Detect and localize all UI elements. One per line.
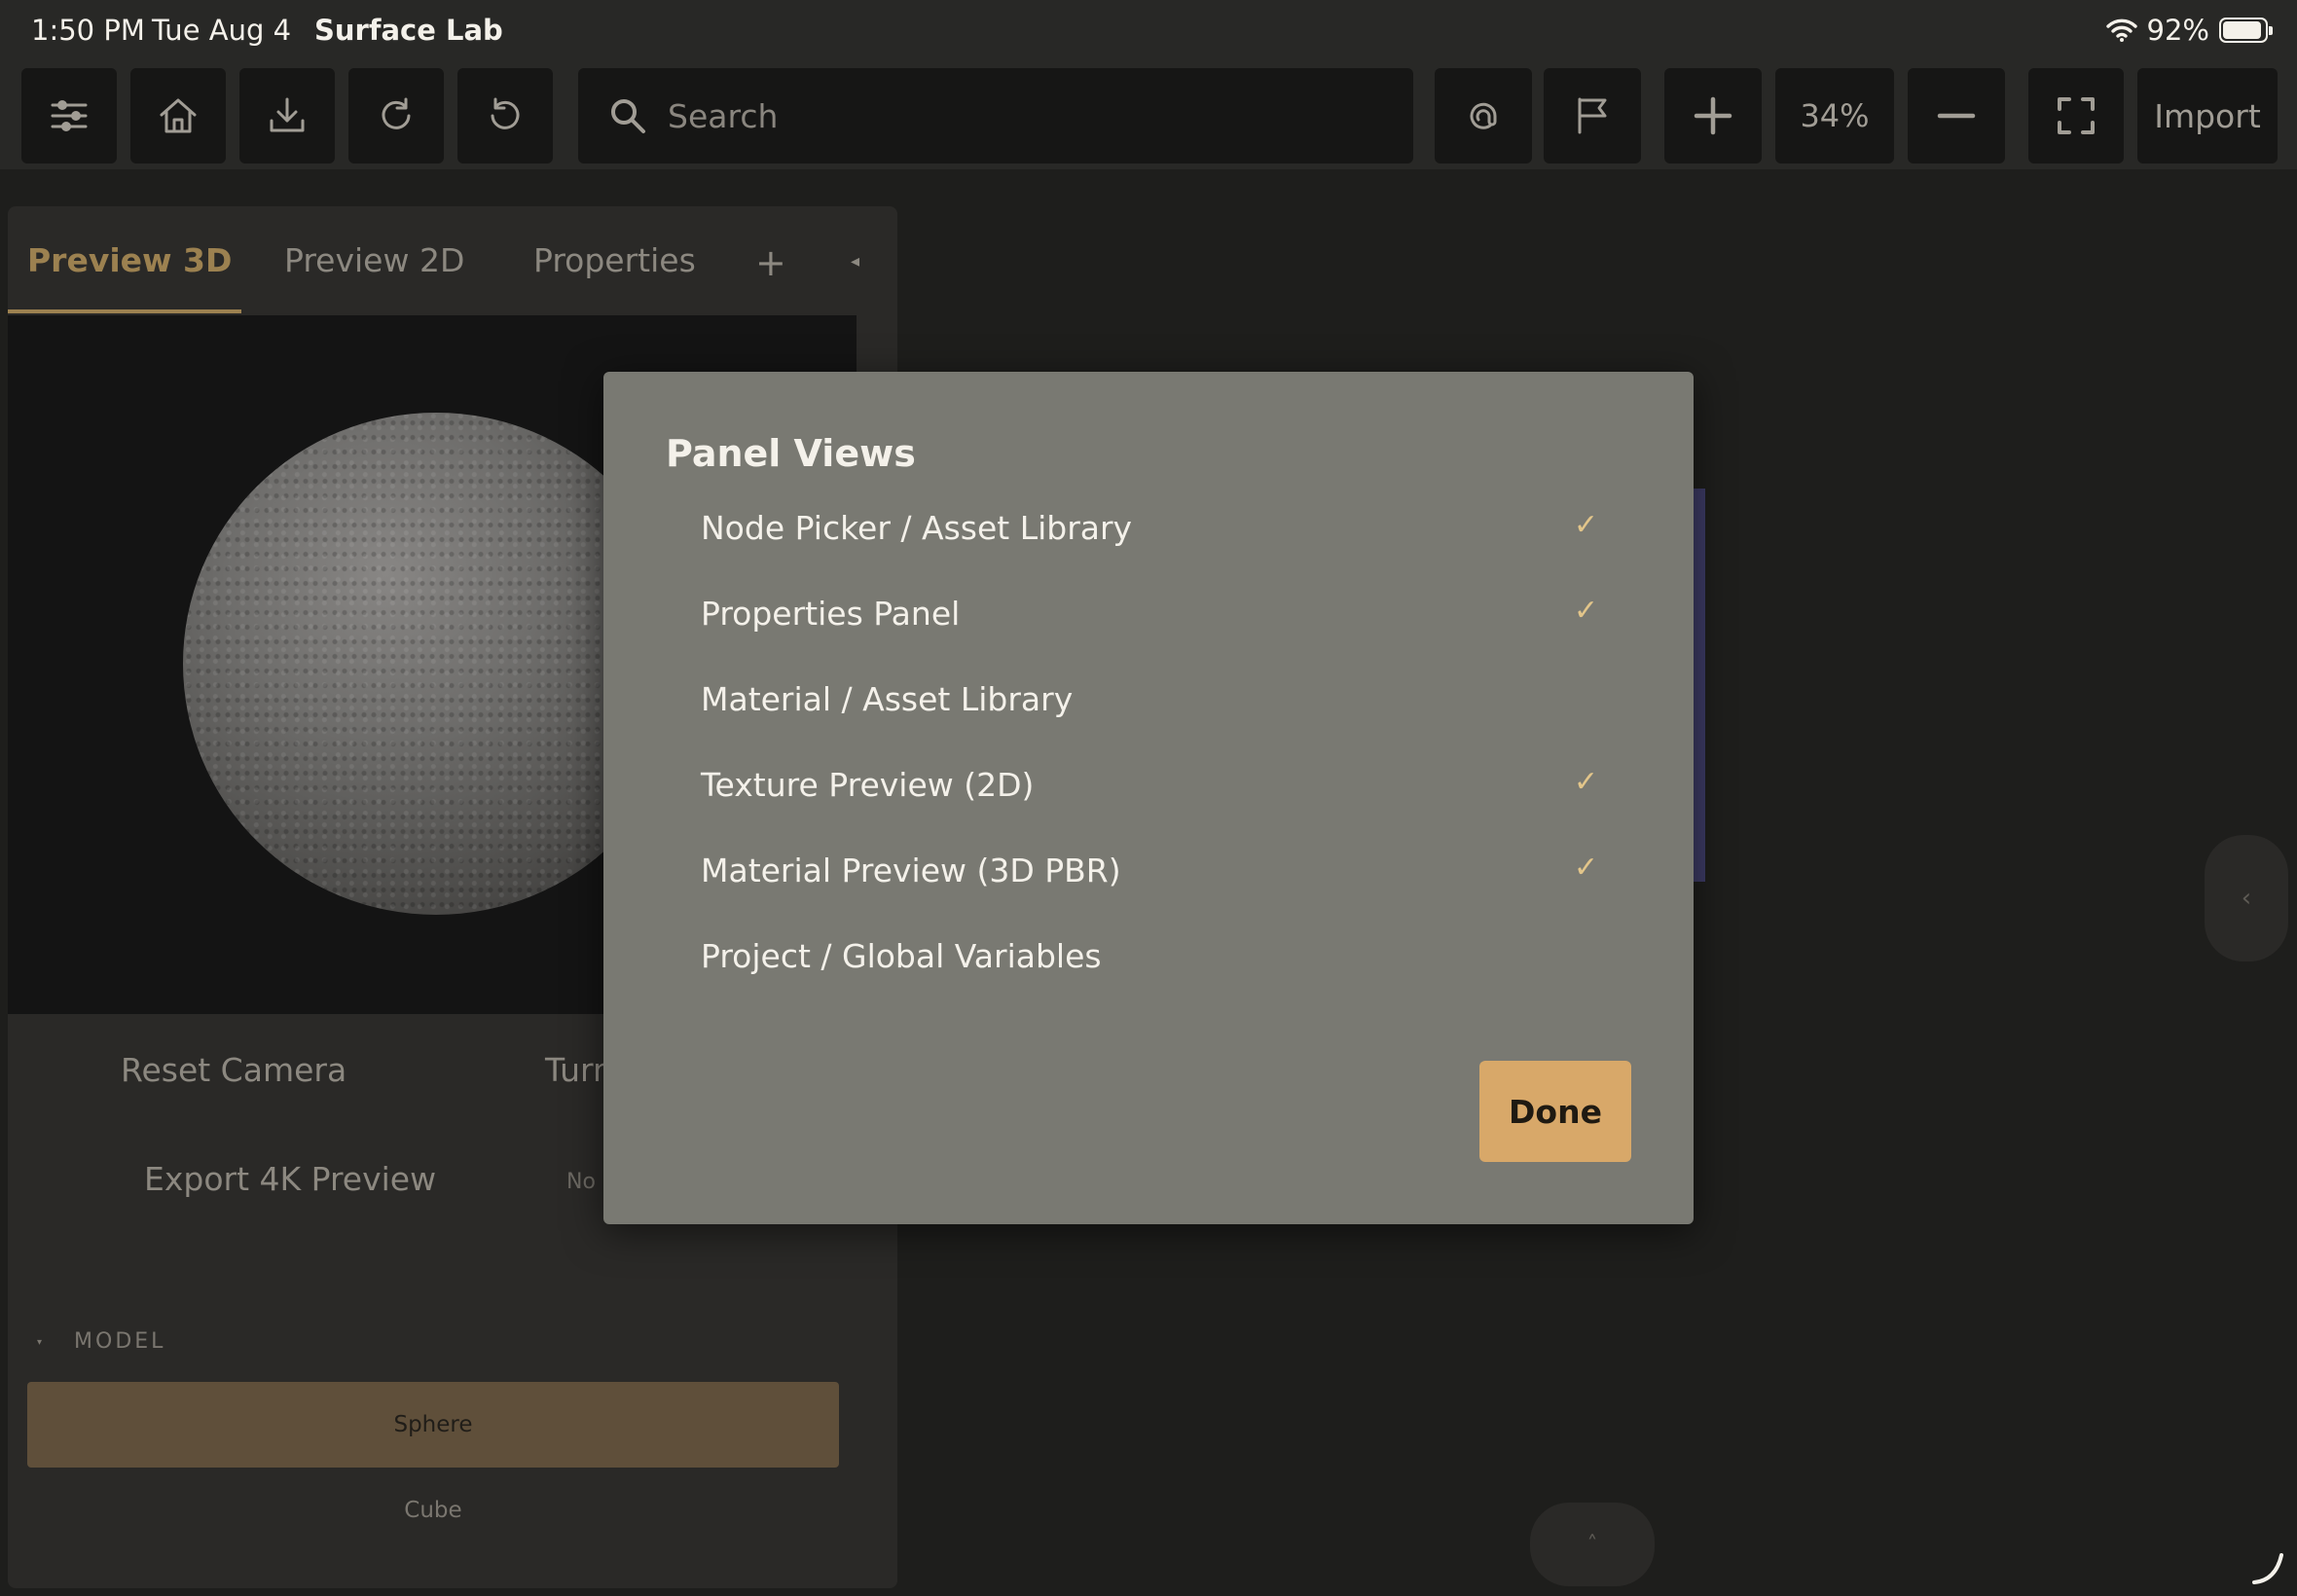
done-button[interactable]: Done bbox=[1479, 1061, 1631, 1162]
panel-view-texture-preview[interactable]: Texture Preview (2D) ✓ bbox=[666, 742, 1631, 827]
import-button[interactable]: Import bbox=[2137, 68, 2278, 163]
zoom-level-text: 34% bbox=[1800, 97, 1870, 134]
panel-tabs: Preview 3D Preview 2D Properties + ◂ bbox=[8, 206, 897, 315]
panel-view-node-picker[interactable]: Node Picker / Asset Library ✓ bbox=[666, 485, 1631, 570]
panel-view-label: Project / Global Variables bbox=[701, 936, 1102, 975]
add-tab-button[interactable]: + bbox=[755, 241, 786, 284]
bottom-panel-handle[interactable]: ˄ bbox=[1530, 1503, 1655, 1586]
zoom-in-button[interactable] bbox=[1664, 68, 1762, 163]
export-status: No bbox=[566, 1170, 596, 1194]
panel-views-dialog: Panel Views Node Picker / Asset Library … bbox=[603, 372, 1694, 1224]
plus-icon bbox=[1694, 96, 1732, 135]
model-option-cube[interactable]: Cube bbox=[27, 1471, 839, 1549]
battery-icon bbox=[2219, 18, 2273, 43]
chevron-up-icon: ˄ bbox=[1586, 1532, 1598, 1557]
panel-view-label: Material Preview (3D PBR) bbox=[701, 851, 1121, 889]
dialog-title: Panel Views bbox=[666, 432, 916, 475]
panel-view-label: Properties Panel bbox=[701, 594, 961, 633]
home-button[interactable] bbox=[130, 68, 226, 163]
panel-view-material-preview[interactable]: Material Preview (3D PBR) ✓ bbox=[666, 827, 1631, 913]
toolbar: 34% Import bbox=[0, 62, 2297, 169]
sliders-icon bbox=[51, 100, 88, 131]
status-bar: 1:50 PM Tue Aug 4 Surface Lab 92% bbox=[0, 0, 2297, 62]
download-button[interactable] bbox=[239, 68, 335, 163]
checkmark-icon: ✓ bbox=[1573, 765, 1598, 799]
undo-icon bbox=[491, 97, 520, 129]
status-date: Tue Aug 4 bbox=[152, 14, 292, 47]
fullscreen-icon bbox=[2058, 97, 2095, 134]
download-icon bbox=[270, 97, 305, 132]
node-graph-fragment bbox=[1694, 489, 1705, 882]
fullscreen-button[interactable] bbox=[2028, 68, 2124, 163]
panel-view-material-library[interactable]: Material / Asset Library bbox=[666, 656, 1631, 742]
model-option-label: Sphere bbox=[393, 1412, 473, 1437]
search-input[interactable] bbox=[666, 68, 1386, 163]
search-icon bbox=[611, 99, 645, 133]
redo-icon bbox=[382, 97, 411, 129]
redo-button[interactable] bbox=[348, 68, 444, 163]
collapse-panel-icon[interactable]: ◂ bbox=[851, 251, 859, 272]
zoom-level: 34% bbox=[1775, 68, 1894, 163]
chevron-left-icon: ‹ bbox=[2241, 884, 2252, 913]
home-icon bbox=[160, 98, 197, 133]
tab-preview-2d[interactable]: Preview 2D bbox=[284, 241, 464, 279]
tab-properties[interactable]: Properties bbox=[533, 241, 696, 279]
search-bar[interactable] bbox=[578, 68, 1413, 163]
status-right: 92% bbox=[2105, 14, 2273, 47]
checkmark-icon: ✓ bbox=[1573, 851, 1598, 885]
panel-view-label: Node Picker / Asset Library bbox=[701, 508, 1133, 547]
active-tab-indicator bbox=[8, 309, 241, 313]
status-app-name: Surface Lab bbox=[314, 14, 503, 47]
flag-icon bbox=[1578, 97, 1607, 134]
panel-view-global-variables[interactable]: Project / Global Variables bbox=[666, 913, 1631, 998]
model-section-header[interactable]: ▾ MODEL bbox=[37, 1329, 165, 1354]
minus-icon bbox=[1937, 113, 1976, 119]
spiral-icon bbox=[1470, 102, 1497, 129]
zoom-out-button[interactable] bbox=[1908, 68, 2005, 163]
disclosure-triangle-icon: ▾ bbox=[37, 1336, 46, 1348]
import-label: Import bbox=[2154, 96, 2261, 135]
corner-gesture-icon bbox=[2248, 1547, 2287, 1586]
panel-view-label: Material / Asset Library bbox=[701, 679, 1074, 718]
panel-view-label: Texture Preview (2D) bbox=[701, 765, 1035, 804]
settings-sliders-button[interactable] bbox=[21, 68, 117, 163]
spiral-tool-button[interactable] bbox=[1435, 68, 1532, 163]
model-section-label: MODEL bbox=[74, 1329, 166, 1354]
tab-preview-3d[interactable]: Preview 3D bbox=[27, 241, 232, 279]
model-option-label: Cube bbox=[404, 1498, 462, 1523]
checkmark-icon: ✓ bbox=[1573, 594, 1598, 628]
battery-percent: 92% bbox=[2146, 14, 2209, 47]
checkmark-icon: ✓ bbox=[1573, 508, 1598, 542]
status-time: 1:50 PM bbox=[31, 14, 145, 47]
flag-button[interactable] bbox=[1544, 68, 1641, 163]
undo-button[interactable] bbox=[457, 68, 553, 163]
right-panel-handle[interactable]: ‹ bbox=[2205, 835, 2288, 961]
panel-view-properties[interactable]: Properties Panel ✓ bbox=[666, 570, 1631, 656]
export-4k-preview-button[interactable]: Export 4K Preview bbox=[144, 1160, 436, 1198]
reset-camera-button[interactable]: Reset Camera bbox=[121, 1051, 346, 1089]
panel-views-list: Node Picker / Asset Library ✓ Properties… bbox=[666, 485, 1631, 998]
wifi-icon bbox=[2105, 18, 2137, 42]
model-option-sphere[interactable]: Sphere bbox=[27, 1382, 839, 1468]
